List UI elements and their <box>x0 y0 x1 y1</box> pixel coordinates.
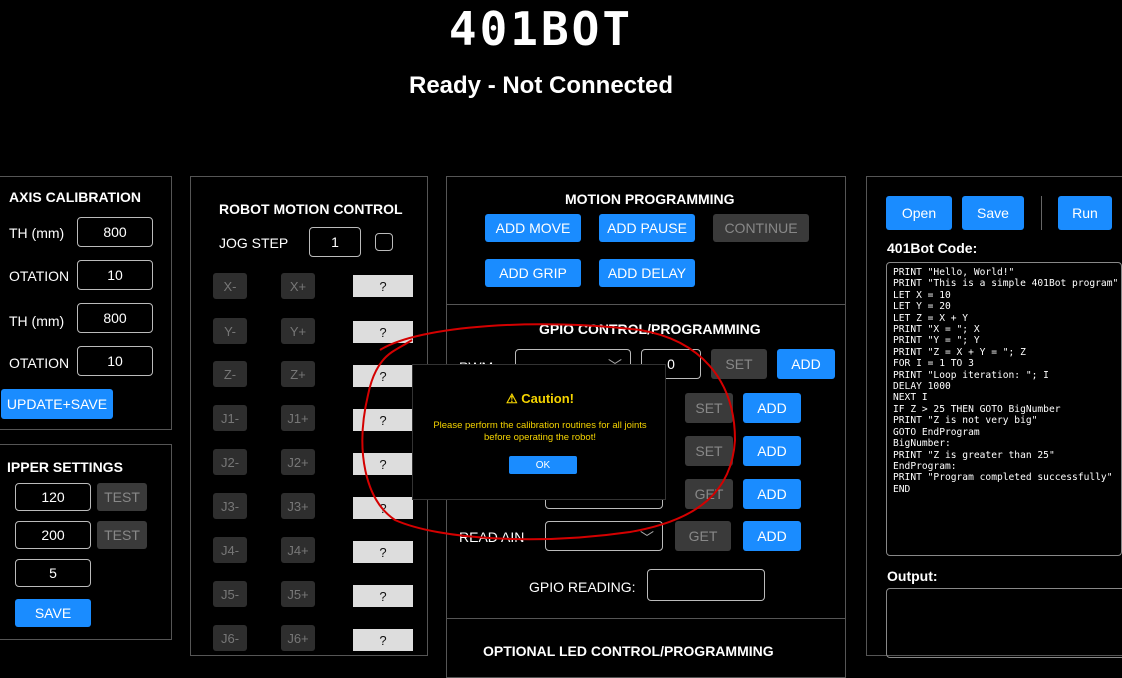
annotation-stroke <box>361 323 737 541</box>
annotation-circle <box>361 323 737 541</box>
